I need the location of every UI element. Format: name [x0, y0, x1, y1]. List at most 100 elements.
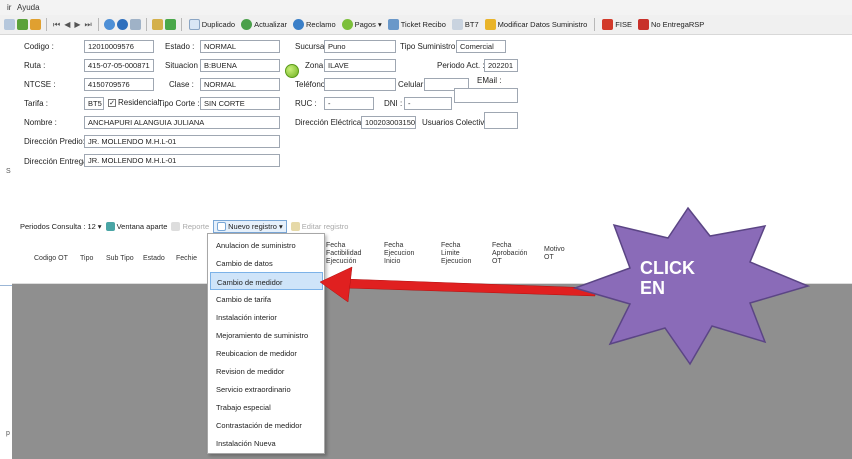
direccion-electrica-field[interactable]: 1002030031501: [361, 116, 416, 129]
residencial-checkbox[interactable]: ✓ Residencial: [108, 98, 159, 107]
tarifa-field[interactable]: BT5: [84, 97, 104, 110]
direccion-entrega-field[interactable]: JR. MOLLENDO M.H.L-01: [84, 154, 280, 167]
edit-icon: [290, 221, 300, 231]
bt7-label: BT7: [464, 20, 479, 29]
globe-icon[interactable]: [103, 19, 115, 30]
email-label: EMail :: [477, 76, 502, 85]
fise-button[interactable]: FISE: [600, 18, 634, 31]
tipo-corte-field[interactable]: SIN CORTE: [200, 97, 280, 110]
info-icon[interactable]: [116, 19, 128, 30]
orders-table-body[interactable]: [12, 284, 852, 459]
column-header[interactable]: Tipo: [80, 255, 93, 263]
tarifa-label: Tarifa :: [24, 99, 49, 108]
flag-icon: [637, 19, 649, 30]
estado-field[interactable]: NORMAL: [200, 40, 280, 53]
copy-icon: [188, 19, 200, 30]
checkbox-check-icon[interactable]: ✓: [108, 98, 116, 107]
reclamo-button[interactable]: Reclamo: [291, 18, 338, 31]
menu-item-mejoramiento[interactable]: Mejoramiento de suministro: [210, 326, 323, 344]
column-header[interactable]: Estado: [143, 255, 165, 263]
menu-item-instalacion-interior[interactable]: Instalación interior: [210, 308, 323, 326]
menu-item-contrastacion[interactable]: Contrastación de medidor: [210, 416, 323, 434]
add-icon[interactable]: [17, 19, 28, 30]
menu-ir[interactable]: ir: [7, 3, 11, 12]
bt7-button[interactable]: BT7: [450, 18, 481, 31]
editar-label: Editar registro: [301, 221, 349, 231]
no-entrega-button[interactable]: No EntregaRSP: [636, 18, 706, 31]
chevron-down-icon[interactable]: ▾: [98, 222, 102, 231]
main-toolbar: ⏮ ◀ ▶ ⏭ Duplicado Actualizar Reclamo Pag…: [0, 15, 852, 35]
periodos-label: Periodos Consulta :: [20, 221, 86, 231]
modificar-datos-label: Modificar Datos Suministro: [497, 20, 588, 29]
tipo-corte-label: Tipo Corte :: [158, 99, 200, 108]
email-field[interactable]: [454, 88, 518, 103]
column-header[interactable]: Motivo OT: [544, 246, 565, 262]
pencil-icon: [484, 19, 496, 30]
ruc-field[interactable]: -: [324, 97, 374, 110]
separator: [97, 18, 99, 31]
telefono-field[interactable]: [324, 78, 396, 91]
menu-item-trabajo-especial[interactable]: Trabajo especial: [210, 398, 323, 416]
menu-item-cambio-datos[interactable]: Cambio de datos: [210, 254, 323, 272]
column-header[interactable]: Fecha Limite Ejecucion: [441, 242, 471, 266]
callout-text: CLICK EN: [640, 258, 695, 298]
menu-ayuda[interactable]: Ayuda: [17, 3, 40, 12]
edit-icon[interactable]: [151, 19, 163, 30]
reporte-button[interactable]: Reporte: [171, 221, 209, 231]
dni-field[interactable]: -: [404, 97, 452, 110]
actualizar-button[interactable]: Actualizar: [239, 18, 289, 31]
periodos-consulta-control[interactable]: Periodos Consulta : 12 ▾: [20, 222, 102, 231]
column-header[interactable]: Fecha Aprobación OT: [492, 242, 527, 266]
callout-line1: CLICK: [640, 258, 695, 278]
folder-icon[interactable]: [30, 19, 41, 30]
column-header[interactable]: Sub Tipo: [106, 255, 134, 263]
next-record-icon[interactable]: ▶: [73, 20, 81, 29]
situacion-field[interactable]: B:BUENA: [200, 59, 280, 72]
menu-bar: ir Ayuda: [0, 0, 852, 15]
sucursal-field[interactable]: Puno: [324, 40, 396, 53]
menu-item-servicio-extraordinario[interactable]: Servicio extraordinario: [210, 380, 323, 398]
menu-item-instalacion-nueva[interactable]: Instalación Nueva: [210, 434, 323, 452]
column-header[interactable]: Fechie: [176, 255, 197, 263]
menu-item-cambio-medidor[interactable]: Cambio de medidor: [210, 272, 323, 290]
ruta-field[interactable]: 415-07-05-000871: [84, 59, 154, 72]
column-header[interactable]: Codigo OT: [34, 255, 68, 263]
codigo-field[interactable]: 12010009576: [84, 40, 154, 53]
column-header[interactable]: Fecha Ejecucion Inicio: [384, 242, 414, 266]
pagos-button[interactable]: Pagos ▾: [340, 18, 384, 31]
duplicado-label: Duplicado: [201, 20, 236, 29]
tipo-suministro-field[interactable]: Comercial: [456, 40, 506, 53]
editar-registro-button[interactable]: Editar registro: [290, 221, 349, 231]
actualizar-label: Actualizar: [254, 20, 288, 29]
menu-item-cambio-tarifa[interactable]: Cambio de tarifa: [210, 290, 323, 308]
callout-line2: EN: [640, 278, 666, 298]
ventana-aparte-button[interactable]: Ventana aparte: [105, 221, 167, 231]
clase-label: Clase :: [169, 80, 194, 89]
modificar-datos-button[interactable]: Modificar Datos Suministro: [483, 18, 590, 31]
last-record-icon[interactable]: ⏭: [84, 20, 93, 30]
situacion-label: Situacion :: [165, 61, 203, 70]
nombre-field[interactable]: ANCHAPURI ALANGUIA JULIANA: [84, 116, 280, 129]
direccion-predio-field[interactable]: JR. MOLLENDO M.H.L-01: [84, 135, 280, 148]
ticket-recibo-button[interactable]: Ticket Recibo: [386, 18, 448, 31]
fise-icon: [602, 19, 614, 30]
periodo-field[interactable]: 202201: [484, 59, 518, 72]
ntcse-field[interactable]: 4150709576: [84, 78, 154, 91]
column-header[interactable]: Fecha Factibilidad Ejecución: [326, 242, 361, 266]
menu-item-revision[interactable]: Revision de medidor: [210, 362, 323, 380]
duplicado-button[interactable]: Duplicado: [187, 18, 237, 31]
clase-field[interactable]: NORMAL: [200, 78, 280, 91]
document-icon[interactable]: [129, 19, 141, 30]
first-record-icon[interactable]: ⏮: [52, 20, 61, 30]
menu-item-reubicacion[interactable]: Reubicacion de medidor: [210, 344, 323, 362]
menu-item-anulacion[interactable]: Anulacion de suministro: [210, 236, 323, 254]
zona-field[interactable]: ILAVE: [324, 59, 396, 72]
tools-icon[interactable]: [164, 19, 176, 30]
grid-icon[interactable]: [4, 19, 15, 30]
prev-record-icon[interactable]: ◀: [63, 20, 71, 29]
nuevo-registro-button[interactable]: Nuevo registro ▾: [213, 219, 287, 233]
ruta-label: Ruta :: [24, 61, 46, 70]
usuarios-colectivos-field[interactable]: [484, 112, 518, 129]
usuarios-colectivos-label: Usuarios Colectivos: [422, 118, 493, 127]
telefono-label: Teléfono:: [295, 80, 328, 89]
